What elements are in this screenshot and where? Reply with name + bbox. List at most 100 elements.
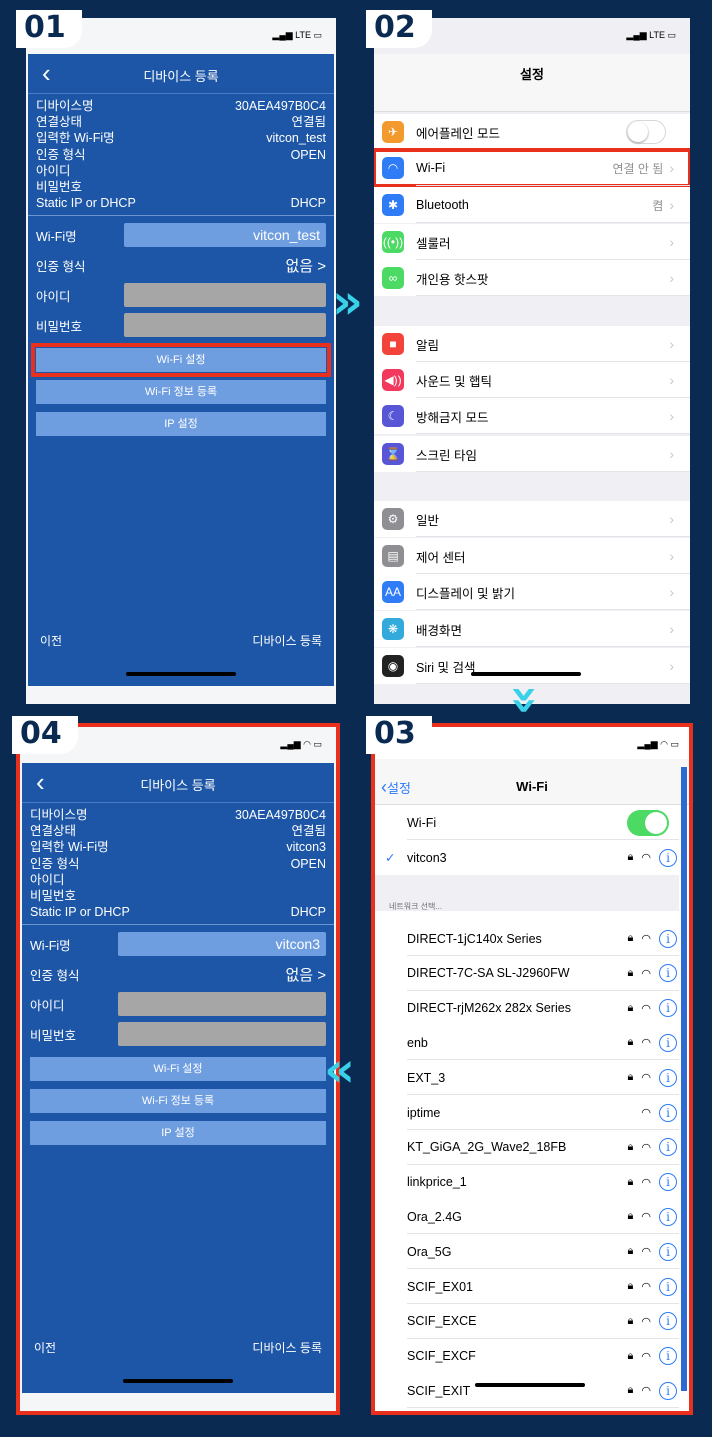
network-name: DIRECT-1jC140x Series: [407, 931, 542, 946]
settings-row[interactable]: ((•)) 셀룰러 ›: [374, 224, 690, 260]
info-icon[interactable]: i: [659, 1173, 677, 1192]
prev-button[interactable]: 이전: [40, 632, 62, 649]
info-row: 디바이스명 30AEA497B0C4: [36, 98, 326, 114]
info-icon[interactable]: i: [659, 1277, 677, 1296]
network-row[interactable]: SCIF_EX01 🔒︎ ◠ i: [375, 1269, 679, 1304]
settings-row[interactable]: ⚙ 일반 ›: [374, 501, 690, 537]
auth-row[interactable]: 인증 형식 없음 >: [28, 250, 334, 280]
wifi-info-register-button[interactable]: Wi-Fi 정보 등록: [30, 1089, 326, 1114]
ip-settings-button[interactable]: IP 설정: [36, 412, 326, 437]
settings-row[interactable]: ✈ 에어플레인 모드: [374, 114, 690, 150]
id-input[interactable]: [118, 992, 326, 1017]
settings-label: 알림: [416, 338, 440, 353]
step-badge-01: 01: [16, 10, 82, 48]
settings-row[interactable]: ∞ 개인용 핫스팟 ›: [374, 260, 690, 296]
auth-label: 인증 형식: [30, 968, 80, 983]
network-name: DIRECT-7C-SA SL-J2960FW: [407, 966, 570, 981]
info-icon[interactable]: i: [659, 1068, 677, 1087]
network-row[interactable]: linkprice_1 🔒︎ ◠ i: [375, 1164, 679, 1200]
auth-value[interactable]: 없음 >: [124, 255, 326, 276]
wifi-icon: ◠: [641, 967, 651, 980]
connected-network-row[interactable]: ✓ vitcon3 🔒︎ ◠ i: [375, 840, 679, 875]
wifi-toggle[interactable]: [627, 809, 669, 836]
network-row[interactable]: Ora_2.4G 🔒︎ ◠ i: [375, 1199, 679, 1235]
network-row[interactable]: KT_GiGA_2G_Wave2_18FB 🔒︎ ◠ i: [375, 1129, 679, 1165]
network-row[interactable]: SCIF_EXIT 🔒︎ ◠ i: [375, 1373, 679, 1409]
ip-settings-button[interactable]: IP 설정: [30, 1121, 326, 1146]
info-label: 연결상태: [30, 824, 77, 839]
network-row[interactable]: iptime ◠ i: [375, 1095, 679, 1130]
network-row[interactable]: DIRECT-1jC140x Series 🔒︎ ◠ i: [375, 921, 679, 956]
lock-icon: 🔒︎: [627, 1384, 634, 1397]
info-label: 디바이스명: [30, 808, 88, 822]
settings-label: 에어플레인 모드: [416, 126, 500, 141]
screen-device-register-1: ▂▄▆ LTE ▭ ‹ 디바이스 등록 디바이스명 30AEA497B0C4 연결상…: [26, 18, 336, 704]
register-button[interactable]: 디바이스 등록: [252, 1339, 322, 1356]
info-icon[interactable]: i: [659, 1347, 677, 1366]
network-row[interactable]: EXT_3 🔒︎ ◠ i: [375, 1060, 679, 1096]
wifi-settings-button[interactable]: Wi-Fi 설정: [31, 343, 331, 378]
id-row: 아이디: [22, 989, 334, 1019]
wifi-info-register-button[interactable]: Wi-Fi 정보 등록: [36, 380, 326, 405]
settings-row[interactable]: ▤ 제어 센터 ›: [374, 538, 690, 574]
network-row[interactable]: Ora_5G 🔒︎ ◠ i: [375, 1234, 679, 1270]
info-value: 연결됨: [291, 115, 326, 130]
info-row: 인증 형식 OPEN: [30, 856, 326, 872]
home-indicator: [471, 672, 581, 676]
chevron-right-icon: ›: [669, 336, 674, 352]
network-row[interactable]: enb 🔒︎ ◠ i: [375, 1025, 679, 1061]
settings-row[interactable]: ☾ 방해금지 모드 ›: [374, 398, 690, 434]
info-label: 아이디: [30, 872, 65, 887]
prev-button[interactable]: 이전: [34, 1339, 56, 1356]
info-icon[interactable]: i: [659, 1312, 677, 1331]
info-icon[interactable]: i: [659, 1381, 677, 1400]
network-row[interactable]: DIRECT-rjM262x 282x Series 🔒︎ ◠ i: [375, 990, 679, 1026]
status-bar: ▂▄▆ ◠ ▭: [280, 739, 322, 749]
info-icon[interactable]: i: [659, 1138, 677, 1157]
info-icon[interactable]: i: [659, 848, 677, 867]
status-bar: ▂▄▆ ◠ ▭: [637, 739, 679, 749]
wifi-icon: ◠: [641, 1037, 651, 1050]
auth-label: 인증 형식: [36, 259, 86, 274]
settings-label: 셀룰러: [416, 236, 451, 251]
auth-row[interactable]: 인증 형식 없음 >: [22, 959, 334, 989]
register-button[interactable]: 디바이스 등록: [252, 632, 322, 649]
settings-label: 디스플레이 및 밝기: [416, 586, 515, 601]
settings-row[interactable]: AA 디스플레이 및 밝기 ›: [374, 574, 690, 610]
password-label: 비밀번호: [30, 1028, 77, 1043]
info-icon[interactable]: i: [659, 1033, 677, 1052]
settings-icon: ∞: [382, 267, 404, 289]
auth-value[interactable]: 없음 >: [118, 964, 326, 985]
network-row[interactable]: SCIF_EXCE 🔒︎ ◠ i: [375, 1303, 679, 1339]
info-icon[interactable]: i: [659, 999, 677, 1018]
info-icon[interactable]: i: [659, 964, 677, 983]
password-input[interactable]: [124, 313, 326, 338]
settings-row[interactable]: ◉ Siri 및 검색 ›: [374, 648, 690, 684]
settings-row[interactable]: ❋ 배경화면 ›: [374, 611, 690, 647]
lock-icon: 🔒︎: [627, 1245, 634, 1258]
settings-row[interactable]: ◠ Wi-Fi 연결 안 됨 ›: [374, 148, 690, 188]
arrow-down-icon: »: [497, 684, 554, 716]
wifi-name-input[interactable]: vitcon3: [118, 932, 326, 957]
settings-row[interactable]: ✱ Bluetooth 켬 ›: [374, 187, 690, 223]
wifi-settings-button[interactable]: Wi-Fi 설정: [30, 1057, 326, 1082]
wifi-icon: ◠: [641, 1385, 651, 1398]
info-icon[interactable]: i: [659, 1242, 677, 1261]
scrollbar[interactable]: [681, 767, 687, 1391]
info-icon[interactable]: i: [659, 1103, 677, 1122]
airplane-toggle[interactable]: [626, 120, 666, 144]
info-icon[interactable]: i: [659, 929, 677, 948]
network-row[interactable]: DIRECT-7C-SA SL-J2960FW 🔒︎ ◠ i: [375, 955, 679, 991]
network-row[interactable]: SCIF_EXCF 🔒︎ ◠ i: [375, 1338, 679, 1374]
info-label: 비밀번호: [36, 180, 83, 195]
settings-row[interactable]: ■ 알림 ›: [374, 326, 690, 362]
wifi-icon: ◠: [641, 1350, 651, 1363]
settings-row[interactable]: ◀)) 사운드 및 햅틱 ›: [374, 362, 690, 398]
app-screen: ‹ 디바이스 등록 디바이스명 30AEA497B0C4 연결상태 연결됨 입력한 Wi…: [22, 763, 334, 1411]
step-badge-02: 02: [366, 10, 432, 48]
password-input[interactable]: [118, 1022, 326, 1047]
id-input[interactable]: [124, 283, 326, 308]
settings-row[interactable]: ⌛ 스크린 타임 ›: [374, 436, 690, 472]
wifi-name-input[interactable]: vitcon_test: [124, 223, 326, 248]
info-icon[interactable]: i: [659, 1207, 677, 1226]
